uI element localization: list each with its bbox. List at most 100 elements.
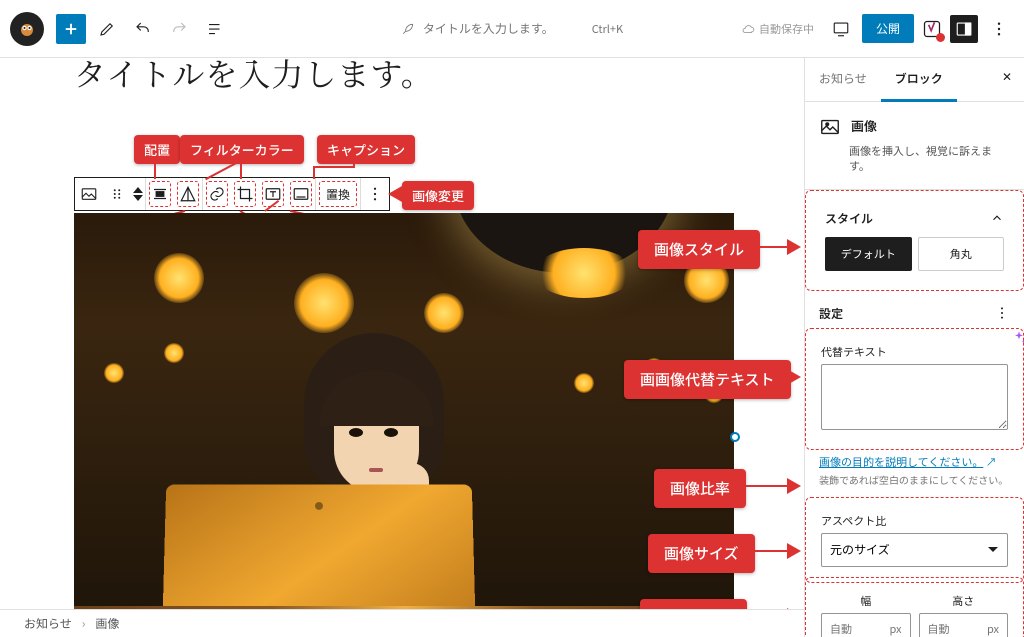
dots-vertical-icon — [366, 185, 384, 203]
device-icon — [832, 20, 850, 38]
caption-icon — [292, 185, 310, 203]
aspect-ratio-select[interactable]: 元のサイズ — [821, 533, 1008, 567]
annotation-image-style: 画像スタイル — [638, 230, 760, 269]
crop-button[interactable] — [231, 178, 259, 210]
image-block[interactable] — [74, 213, 734, 609]
more-options-button[interactable] — [984, 14, 1014, 44]
chevron-down-icon — [133, 194, 143, 202]
settings-panel-toggle[interactable] — [950, 15, 978, 43]
topbar-left — [10, 12, 230, 46]
height-label: 高さ — [919, 593, 1009, 609]
resize-handle-right[interactable] — [730, 432, 740, 442]
title-area[interactable]: タイトルを入力します。 Ctrl+K — [401, 20, 623, 37]
monkey-icon — [15, 17, 39, 41]
shortcut-hint: Ctrl+K — [592, 21, 623, 37]
breadcrumb-item-2[interactable]: 画像 — [95, 615, 119, 632]
autosave-status: 自動保存中 — [741, 21, 814, 37]
link-button[interactable] — [203, 178, 231, 210]
replace-button[interactable]: 置換 — [316, 178, 360, 210]
height-unit: px — [987, 621, 1007, 637]
dots-vertical-icon — [990, 20, 1008, 38]
duotone-icon — [179, 185, 197, 203]
style-default-button[interactable]: デフォルト — [825, 237, 912, 271]
alignment-button[interactable] — [146, 178, 174, 210]
tab-block[interactable]: ブロック — [881, 58, 957, 102]
editor-canvas: タイトルを入力します。 置換 配置 フィルターカラー キャ — [0, 58, 804, 609]
annotation-image-change: 画像変更 — [402, 181, 474, 210]
block-type-button[interactable] — [75, 178, 103, 210]
editor-top-bar: タイトルを入力します。 Ctrl+K 自動保存中 公開 — [0, 0, 1024, 58]
annotation-image-resolution: 画像解像度 — [640, 599, 747, 609]
settings-sidebar: お知らせ ブロック ✕ 画像 画像を挿入し、視覚に訴えます。 スタイル デフォル… — [804, 58, 1024, 637]
height-input[interactable] — [920, 621, 987, 637]
image-icon — [819, 116, 841, 138]
block-toolbar: 置換 — [74, 177, 390, 211]
plus-icon — [62, 20, 80, 38]
tools-button[interactable] — [92, 14, 122, 44]
width-label: 幅 — [821, 593, 911, 609]
aspect-ratio-panel: アスペクト比 元のサイズ — [811, 503, 1018, 577]
site-avatar[interactable] — [10, 12, 44, 46]
block-description: 画像を挿入し、視覚に訴えます。 — [849, 144, 1010, 175]
alt-text-label: 代替テキスト — [821, 344, 1008, 360]
yoast-button[interactable] — [920, 17, 944, 41]
block-mover[interactable] — [131, 178, 145, 210]
annotation-alignment: 配置 — [134, 135, 180, 164]
autosave-text: 自動保存中 — [759, 21, 814, 37]
sidebar-tabs: お知らせ ブロック ✕ — [805, 58, 1024, 102]
yoast-status-dot — [936, 33, 945, 42]
list-icon — [206, 20, 224, 38]
title-placeholder: タイトルを入力します。 — [423, 20, 554, 37]
cloud-icon — [741, 22, 755, 36]
chevron-up-icon[interactable] — [990, 211, 1004, 225]
redo-icon — [170, 20, 188, 38]
dots-vertical-icon[interactable] — [994, 305, 1010, 321]
style-panel-title: スタイル — [825, 210, 873, 227]
settings-title: 設定 — [819, 305, 843, 322]
settings-header: 設定 — [805, 291, 1024, 328]
alt-text-panel: 代替テキスト — [811, 334, 1018, 444]
undo-button[interactable] — [128, 14, 158, 44]
block-info-panel: 画像 画像を挿入し、視覚に訴えます。 — [805, 102, 1024, 190]
drag-icon — [108, 185, 126, 203]
width-input[interactable] — [822, 621, 889, 637]
publish-button[interactable]: 公開 — [862, 14, 914, 43]
annotation-caption: キャプション — [317, 135, 415, 164]
document-overview-button[interactable] — [200, 14, 230, 44]
width-unit: px — [889, 621, 909, 637]
alt-text-input[interactable] — [821, 364, 1008, 430]
alt-text-help-note: 装飾であれば空白のままにしてください。 — [819, 472, 1010, 487]
style-rounded-button[interactable]: 角丸 — [918, 237, 1005, 271]
aspect-ratio-label: アスペクト比 — [821, 513, 1008, 529]
link-icon — [208, 185, 226, 203]
dimensions-panel: 幅 px 高さ px — [811, 583, 1018, 637]
add-block-button[interactable] — [56, 14, 86, 44]
close-sidebar-button[interactable]: ✕ — [990, 58, 1024, 101]
caption-button[interactable] — [287, 178, 315, 210]
feather-icon — [401, 22, 415, 36]
chevron-up-icon — [133, 186, 143, 194]
pencil-icon — [98, 20, 116, 38]
annotation-image-alt: 画画像代替テキスト — [624, 360, 791, 399]
breadcrumb-footer: お知らせ › 画像 — [0, 609, 804, 637]
preview-button[interactable] — [826, 14, 856, 44]
annotation-image-size: 画像サイズ — [648, 534, 755, 573]
post-title[interactable]: タイトルを入力します。 — [74, 58, 434, 96]
alt-text-help-link[interactable]: 画像の目的を説明してください。 — [819, 454, 983, 470]
align-icon — [151, 185, 169, 203]
annotation-image-ratio: 画像比率 — [654, 469, 746, 508]
redo-button[interactable] — [164, 14, 194, 44]
drag-handle[interactable] — [103, 178, 131, 210]
breadcrumb-item-1[interactable]: お知らせ — [24, 615, 72, 632]
topbar-right: 自動保存中 公開 — [741, 14, 1014, 44]
image-icon — [80, 185, 98, 203]
text-overlay-icon — [264, 185, 282, 203]
tab-notice[interactable]: お知らせ — [805, 58, 881, 101]
toolbar-more-button[interactable] — [361, 178, 389, 210]
crop-icon — [236, 185, 254, 203]
block-name: 画像 — [851, 116, 877, 135]
filter-color-button[interactable] — [174, 178, 202, 210]
style-panel: スタイル デフォルト 角丸 — [811, 196, 1018, 285]
breadcrumb-separator: › — [82, 615, 86, 632]
sidebar-icon — [955, 20, 973, 38]
